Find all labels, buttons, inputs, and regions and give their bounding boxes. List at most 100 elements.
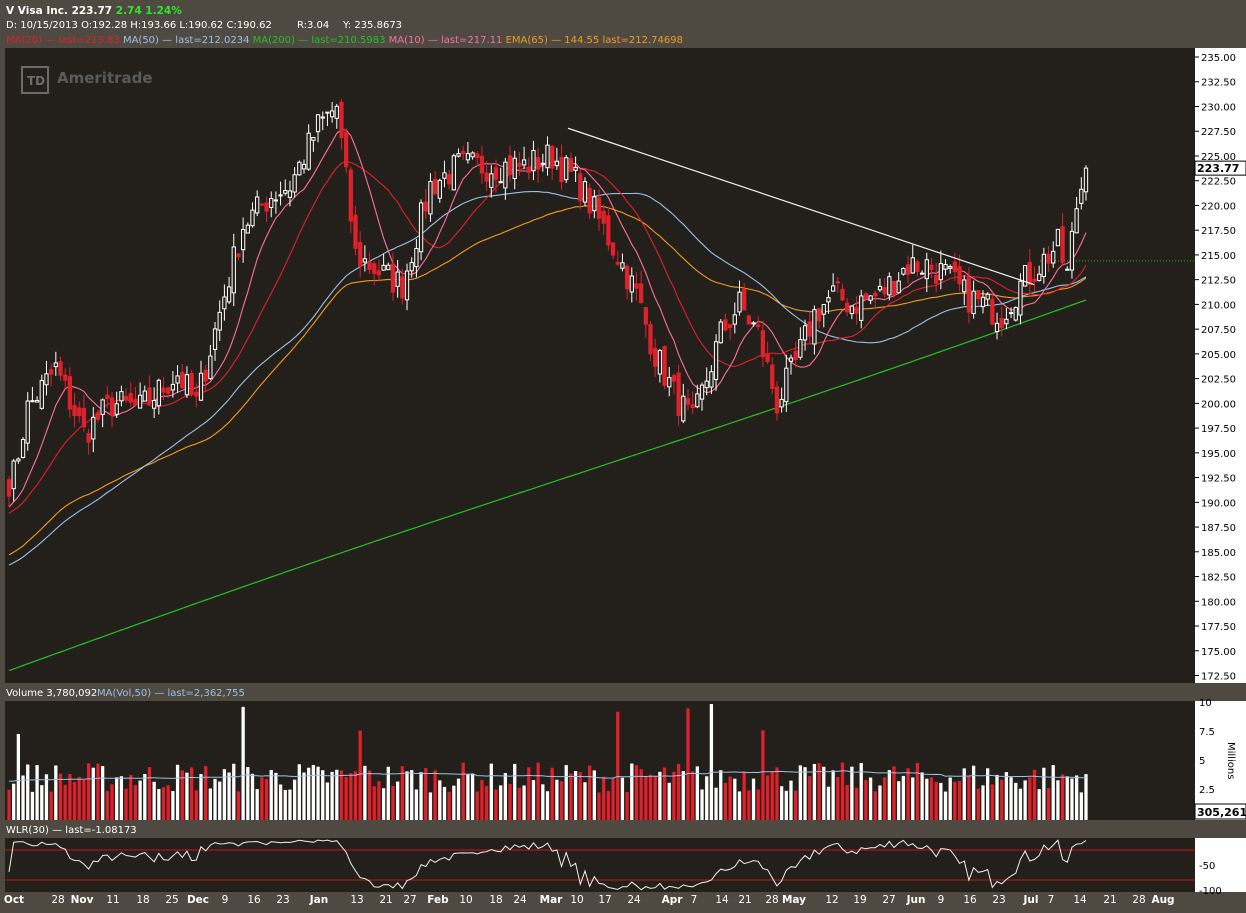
volume-bar[interactable] <box>82 779 86 820</box>
volume-bar[interactable] <box>634 765 639 820</box>
volume-bar[interactable] <box>456 778 461 820</box>
candle[interactable] <box>662 345 667 390</box>
volume-bar[interactable] <box>887 770 891 820</box>
volume-bar[interactable] <box>466 774 470 820</box>
volume-bar[interactable] <box>883 777 887 820</box>
volume-bar[interactable] <box>831 770 835 820</box>
candle[interactable] <box>1013 306 1018 322</box>
volume-bar[interactable] <box>878 785 882 820</box>
volume-bar[interactable] <box>236 791 241 820</box>
volume-bar[interactable] <box>868 777 873 820</box>
volume-bar[interactable] <box>414 789 419 820</box>
volume-bar[interactable] <box>517 787 522 820</box>
volume-bar[interactable] <box>569 773 573 820</box>
volume-bar[interactable] <box>391 785 395 820</box>
volume-bar[interactable] <box>606 791 611 820</box>
volume-bar[interactable] <box>1032 769 1037 820</box>
volume-bar[interactable] <box>967 776 971 820</box>
volume-bar[interactable] <box>54 765 58 820</box>
volume-bar[interactable] <box>611 778 615 820</box>
volume-bar[interactable] <box>906 768 910 820</box>
volume-bar[interactable] <box>311 764 316 820</box>
volume-bar[interactable] <box>892 766 896 820</box>
volume-bar[interactable] <box>653 776 657 820</box>
volume-bar[interactable] <box>845 784 849 820</box>
volume-bar[interactable] <box>695 766 699 820</box>
candle[interactable] <box>189 369 194 398</box>
volume-bar[interactable] <box>662 767 667 820</box>
volume-bar[interactable] <box>513 763 517 820</box>
volume-bar[interactable] <box>620 777 625 820</box>
volume-bar[interactable] <box>719 770 723 820</box>
volume-bar[interactable] <box>775 767 779 820</box>
volume-bar[interactable] <box>241 706 245 820</box>
candle[interactable] <box>25 392 30 451</box>
volume-bar[interactable] <box>728 776 732 820</box>
volume-bar[interactable] <box>990 784 994 820</box>
volume-bar[interactable] <box>798 765 802 820</box>
volume-bar[interactable] <box>854 787 859 820</box>
volume-bar[interactable] <box>925 778 929 820</box>
volume-bar[interactable] <box>686 708 690 820</box>
volume-panel[interactable]: Volume 3,780,092 MA(Vol,50) — last=2,362,… <box>5 688 1246 820</box>
volume-bar[interactable] <box>751 778 756 820</box>
volume-bar[interactable] <box>658 771 662 820</box>
candle[interactable] <box>418 199 424 261</box>
volume-bar[interactable] <box>264 779 269 820</box>
volume-bar[interactable] <box>278 784 283 820</box>
volume-bar[interactable] <box>1004 772 1009 820</box>
volume-bar[interactable] <box>461 762 465 820</box>
volume-bar[interactable] <box>35 765 39 820</box>
volume-bar[interactable] <box>367 770 372 820</box>
volume-bar[interactable] <box>63 784 67 820</box>
volume-bar[interactable] <box>274 772 278 820</box>
volume-bar[interactable] <box>494 789 498 820</box>
volume-bar[interactable] <box>185 772 189 820</box>
volume-bar[interactable] <box>260 777 264 820</box>
volume-bar[interactable] <box>353 771 358 820</box>
volume-bar[interactable] <box>644 777 648 820</box>
volume-bar[interactable] <box>522 785 526 820</box>
volume-bar[interactable] <box>789 780 793 820</box>
volume-bar[interactable] <box>110 784 114 820</box>
volume-bar[interactable] <box>428 792 433 820</box>
volume-bar[interactable] <box>761 730 765 820</box>
volume-bar[interactable] <box>166 785 170 820</box>
volume-bar[interactable] <box>227 772 231 820</box>
volume-bar[interactable] <box>1060 774 1065 820</box>
volume-bar[interactable] <box>499 785 503 820</box>
volume-bar[interactable] <box>86 763 91 820</box>
volume-bar[interactable] <box>16 733 21 820</box>
volume-bar[interactable] <box>152 781 156 820</box>
volume-bar[interactable] <box>826 786 831 820</box>
volume-bar[interactable] <box>986 768 990 820</box>
candle[interactable] <box>297 160 302 176</box>
volume-bar[interactable] <box>1079 792 1083 820</box>
volume-bar[interactable] <box>737 791 742 820</box>
volume-bar[interactable] <box>138 780 142 820</box>
volume-bar[interactable] <box>555 779 559 820</box>
volume-bar[interactable] <box>597 792 601 820</box>
volume-bar[interactable] <box>630 763 634 820</box>
volume-bar[interactable] <box>288 789 292 820</box>
volume-bar[interactable] <box>559 781 564 820</box>
volume-bar[interactable] <box>503 773 507 820</box>
volume-bar[interactable] <box>91 767 95 820</box>
volume-bar[interactable] <box>381 788 386 820</box>
volume-bar[interactable] <box>1070 778 1074 820</box>
volume-bar[interactable] <box>96 763 100 820</box>
candle[interactable] <box>746 314 751 325</box>
volume-bar[interactable] <box>648 774 653 820</box>
candle[interactable] <box>344 128 349 174</box>
volume-bar[interactable] <box>199 774 203 820</box>
volume-bar[interactable] <box>433 770 437 820</box>
volume-bar[interactable] <box>143 774 147 820</box>
volume-bar[interactable] <box>105 790 109 820</box>
volume-bar[interactable] <box>442 786 447 820</box>
volume-bar[interactable] <box>49 791 53 820</box>
volume-bar[interactable] <box>1009 777 1013 820</box>
volume-bar[interactable] <box>124 788 128 820</box>
volume-bar[interactable] <box>723 782 728 820</box>
volume-bar[interactable] <box>269 770 273 820</box>
volume-bar[interactable] <box>794 790 798 820</box>
